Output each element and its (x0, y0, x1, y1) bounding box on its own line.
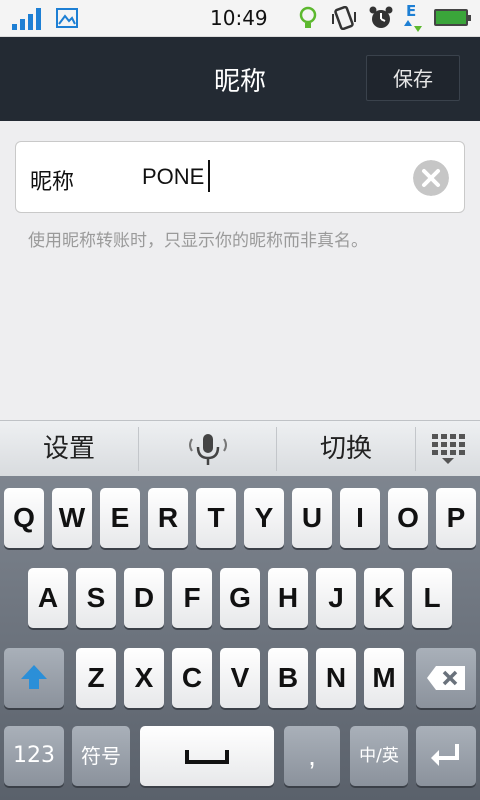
clear-icon[interactable] (413, 160, 449, 196)
key-k[interactable]: K (364, 568, 404, 628)
battery-icon (434, 9, 471, 26)
key-f[interactable]: F (172, 568, 212, 628)
key-z[interactable]: Z (76, 648, 116, 708)
key-m[interactable]: M (364, 648, 404, 708)
comma-key[interactable]: , (284, 726, 340, 786)
key-i[interactable]: I (340, 488, 380, 548)
key-o[interactable]: O (388, 488, 428, 548)
switch-input-button[interactable]: 切换 (277, 421, 415, 477)
key-g[interactable]: G (220, 568, 260, 628)
key-e[interactable]: E (100, 488, 140, 548)
key-h[interactable]: H (268, 568, 308, 628)
key-t[interactable]: T (196, 488, 236, 548)
enter-key[interactable] (416, 726, 476, 786)
key-l[interactable]: L (412, 568, 452, 628)
nickname-input[interactable]: PONE (142, 164, 204, 190)
nickname-field[interactable]: 昵称 PONE (15, 141, 465, 213)
key-r[interactable]: R (148, 488, 188, 548)
key-a[interactable]: A (28, 568, 68, 628)
signal-icon (12, 8, 41, 30)
keyboard-layout-button[interactable] (416, 421, 480, 477)
key-j[interactable]: J (316, 568, 356, 628)
key-p[interactable]: P (436, 488, 476, 548)
key-q[interactable]: Q (4, 488, 44, 548)
numbers-key[interactable]: 123 (4, 726, 64, 786)
microphone-icon (188, 434, 227, 465)
backspace-icon (427, 666, 465, 690)
symbols-key[interactable]: 符号 (72, 726, 130, 786)
space-key[interactable] (140, 726, 274, 786)
key-x[interactable]: X (124, 648, 164, 708)
shift-key[interactable] (4, 648, 64, 708)
network-arrows-icon (404, 20, 422, 32)
title-bar: 昵称 保存 (0, 37, 480, 121)
key-c[interactable]: C (172, 648, 212, 708)
vibrate-icon (332, 6, 356, 30)
key-y[interactable]: Y (244, 488, 284, 548)
key-v[interactable]: V (220, 648, 260, 708)
save-button[interactable]: 保存 (366, 55, 460, 101)
shift-arrow-icon (21, 665, 47, 689)
status-bar: 10:49 E (0, 0, 480, 37)
keyboard-settings-button[interactable]: 设置 (0, 421, 138, 477)
soft-keyboard: Q W E R T Y U I O P A S D F G H J K L Z … (0, 476, 480, 800)
hint-text: 使用昵称转账时，只显示你的昵称而非真名。 (28, 231, 368, 251)
key-d[interactable]: D (124, 568, 164, 628)
key-u[interactable]: U (292, 488, 332, 548)
clock: 10:49 (210, 6, 268, 30)
key-w[interactable]: W (52, 488, 92, 548)
key-b[interactable]: B (268, 648, 308, 708)
language-key[interactable]: 中/英 (350, 726, 408, 786)
key-n[interactable]: N (316, 648, 356, 708)
alarm-icon (369, 6, 393, 28)
voice-input-button[interactable] (139, 421, 276, 477)
keyboard-toolbar: 设置 切换 (0, 420, 480, 477)
text-caret (208, 160, 210, 192)
space-bar-icon (185, 750, 229, 764)
image-icon (56, 8, 78, 28)
backspace-key[interactable] (416, 648, 476, 708)
key-s[interactable]: S (76, 568, 116, 628)
bulb-icon (299, 6, 317, 28)
keyboard-grid-icon (432, 434, 465, 464)
nickname-label: 昵称 (30, 170, 75, 195)
enter-icon (431, 744, 459, 766)
